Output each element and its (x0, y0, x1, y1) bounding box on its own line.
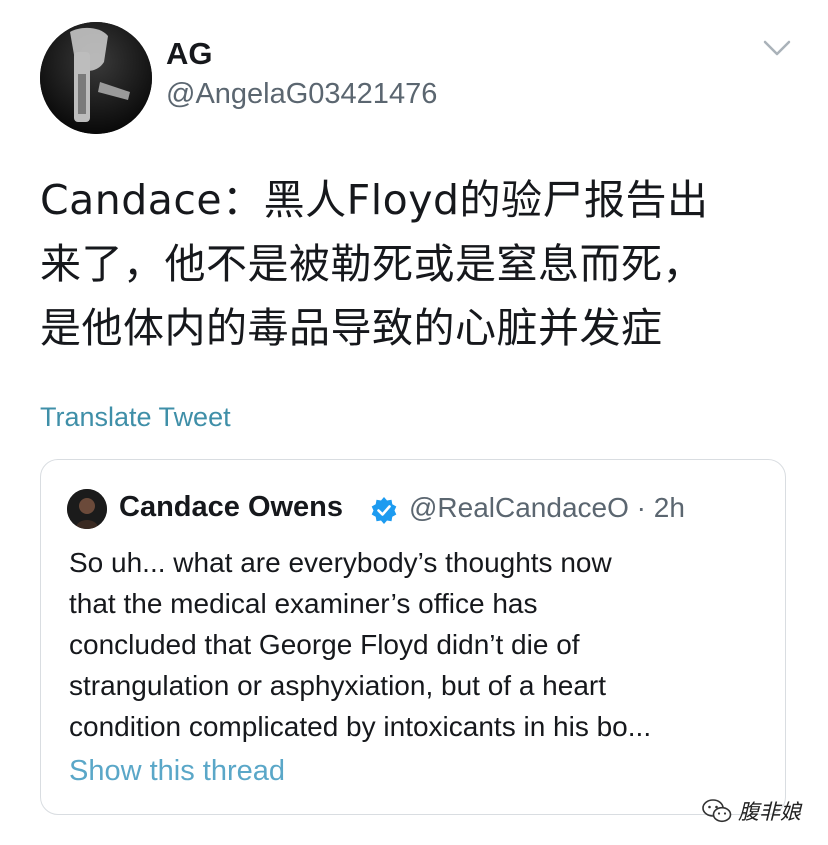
author-avatar[interactable] (40, 22, 152, 134)
show-thread-link[interactable]: Show this thread (69, 755, 285, 788)
tweet-text: Candace：黑人Floyd的验尸报告出 来了，他不是被勒死或是窒息而死， 是… (40, 176, 709, 352)
quoted-author-avatar (67, 489, 107, 529)
quoted-tweet-card[interactable]: Candace Owens @RealCandaceO · 2h So uh..… (40, 459, 786, 815)
translate-tweet-link[interactable]: Translate Tweet (40, 402, 231, 433)
watermark-text: 腹非娘 (738, 800, 801, 824)
wechat-icon (702, 799, 732, 823)
chevron-down-icon[interactable] (762, 38, 792, 58)
quoted-tweet-text: So uh... what are everybody’s thoughts n… (69, 547, 652, 742)
tweet-screenshot: AG @AngelaG03421476 Candace：黑人Floyd的验尸报告… (0, 0, 828, 845)
verified-badge-icon (371, 497, 397, 524)
author-name[interactable]: AG (166, 36, 213, 72)
author-handle[interactable]: @AngelaG03421476 (166, 78, 437, 111)
quoted-avatar-image (67, 489, 107, 529)
quoted-author-name: Candace Owens (119, 491, 344, 523)
avatar-image (40, 22, 152, 134)
quoted-handle-and-time: @RealCandaceO · 2h (409, 492, 685, 523)
watermark: 腹非娘 (702, 796, 801, 826)
